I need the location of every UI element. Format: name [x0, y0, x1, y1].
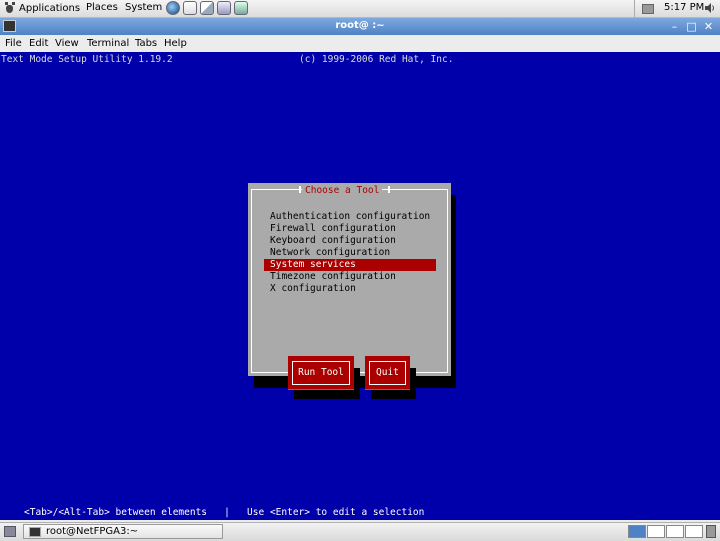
- places-menu[interactable]: Places: [86, 2, 118, 13]
- notification-tray-icon[interactable]: [642, 4, 654, 14]
- tool-list[interactable]: Authentication configuration Firewall con…: [264, 211, 436, 295]
- note-launcher-icon[interactable]: [217, 1, 231, 15]
- tool-item[interactable]: Timezone configuration: [264, 271, 436, 283]
- applications-menu-label: Applications: [19, 2, 81, 14]
- window-title: root@ :~: [335, 20, 385, 31]
- trash-icon[interactable]: [706, 525, 716, 538]
- workspace-4[interactable]: [685, 525, 703, 538]
- terminal-task-icon: [29, 527, 41, 537]
- quit-label: Quit: [369, 361, 406, 385]
- window-titlebar[interactable]: root@ :~ – □ ✕: [0, 18, 720, 35]
- workspace-switcher: [628, 525, 704, 538]
- terminal-menubar: File Edit View Terminal Tabs Help: [0, 35, 720, 52]
- applications-menu[interactable]: Applications: [4, 2, 80, 14]
- dialog-title: Choose a Tool: [302, 185, 383, 196]
- title-left-bracket: [299, 186, 301, 193]
- top-panel: Applications Places System 5:17 PM: [0, 0, 720, 18]
- menu-terminal[interactable]: Terminal: [87, 38, 129, 49]
- menu-view[interactable]: View: [55, 38, 79, 49]
- presentation-launcher-icon[interactable]: [234, 1, 248, 15]
- tool-item[interactable]: X configuration: [264, 283, 436, 295]
- taskbar-window-label: root@NetFPGA3:~: [46, 526, 139, 537]
- text-editor-launcher-icon[interactable]: [200, 1, 214, 15]
- quit-button[interactable]: Quit: [365, 356, 416, 399]
- menu-tabs[interactable]: Tabs: [135, 38, 157, 49]
- tool-item[interactable]: Keyboard configuration: [264, 235, 436, 247]
- menu-help[interactable]: Help: [164, 38, 187, 49]
- bottom-panel: root@NetFPGA3:~: [0, 522, 720, 541]
- system-menu[interactable]: System: [125, 2, 162, 13]
- workspace-1[interactable]: [628, 525, 646, 538]
- email-launcher-icon[interactable]: [183, 1, 197, 15]
- terminal-screen[interactable]: Text Mode Setup Utility 1.19.2 (c) 1999-…: [0, 52, 720, 520]
- copyright-text: (c) 1999-2006 Red Hat, Inc.: [299, 54, 454, 65]
- choose-tool-dialog: Choose a Tool Authentication configurati…: [248, 183, 451, 399]
- keyboard-help-line: <Tab>/<Alt-Tab> between elements | Use <…: [24, 507, 425, 518]
- volume-icon[interactable]: [704, 2, 716, 14]
- tool-item[interactable]: Network configuration: [264, 247, 436, 259]
- taskbar-window-button[interactable]: root@NetFPGA3:~: [23, 524, 223, 539]
- setup-utility-title: Text Mode Setup Utility 1.19.2: [1, 54, 173, 65]
- gnome-foot-icon: [4, 2, 16, 14]
- close-icon[interactable]: ✕: [702, 20, 715, 33]
- panel-launchers: [166, 1, 248, 15]
- panel-clock[interactable]: 5:17 PM: [664, 2, 704, 13]
- run-tool-label: Run Tool: [292, 361, 350, 385]
- menu-edit[interactable]: Edit: [29, 38, 48, 49]
- minimize-icon[interactable]: –: [668, 20, 681, 33]
- workspace-3[interactable]: [666, 525, 684, 538]
- tool-item[interactable]: Authentication configuration: [264, 211, 436, 223]
- workspace-2[interactable]: [647, 525, 665, 538]
- tray-separator: [634, 0, 635, 17]
- maximize-icon[interactable]: □: [685, 20, 698, 33]
- show-desktop-icon[interactable]: [4, 526, 16, 537]
- run-tool-button[interactable]: Run Tool: [288, 356, 360, 399]
- web-browser-launcher-icon[interactable]: [166, 1, 180, 15]
- tool-item[interactable]: System services: [264, 259, 436, 271]
- tool-item[interactable]: Firewall configuration: [264, 223, 436, 235]
- title-right-bracket: [388, 186, 390, 193]
- menu-file[interactable]: File: [5, 38, 22, 49]
